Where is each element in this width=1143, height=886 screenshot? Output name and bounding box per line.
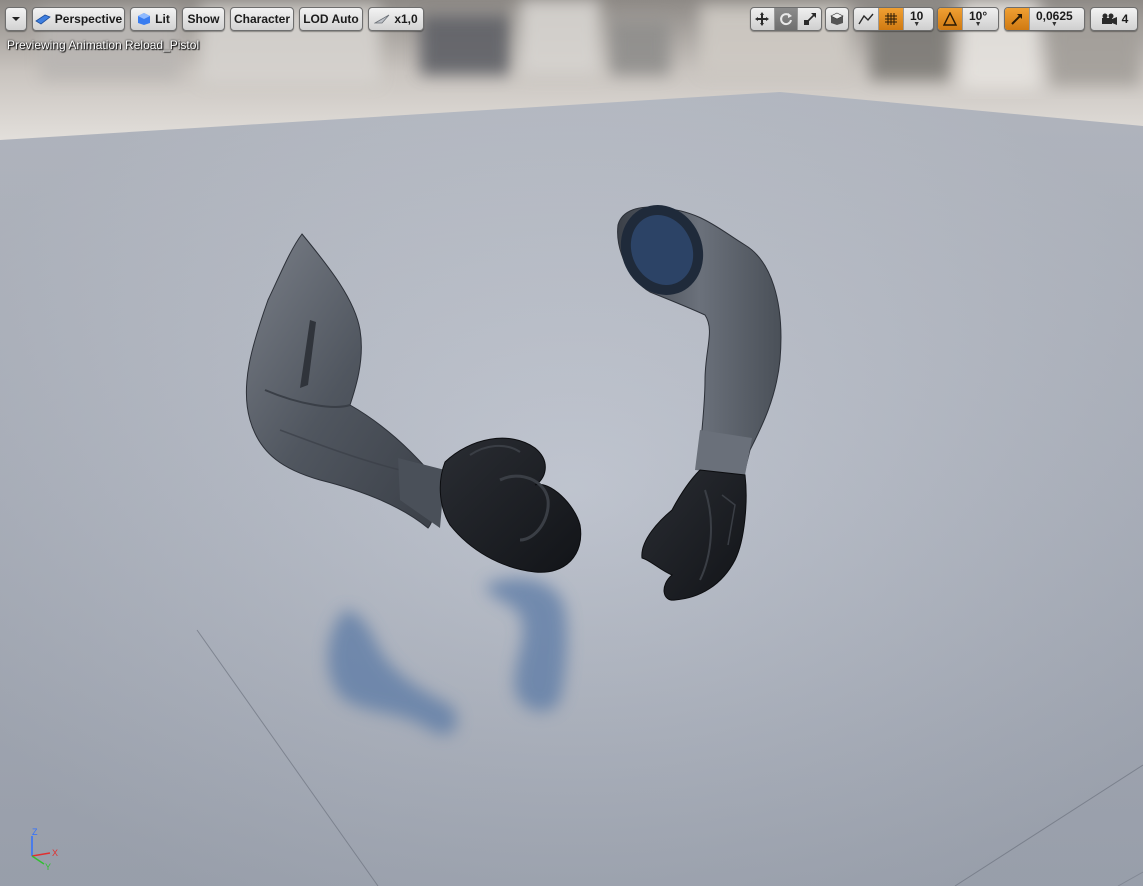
rotation-snap-toggle[interactable] [938,8,963,30]
surface-snap-icon [858,13,874,25]
grid-snap-toggle[interactable] [879,8,904,30]
lit-view-mode-button[interactable]: Lit [130,7,177,31]
lod-label: LOD Auto [303,12,359,26]
viewport-options-button[interactable] [5,7,27,31]
rotate-icon [780,13,792,26]
coordinate-system-button[interactable] [825,7,849,31]
speed-icon [374,14,390,24]
character-label: Character [233,12,291,26]
perspective-label: Perspective [54,12,123,26]
rotation-snap-value: 10° [969,8,988,23]
lit-label: Lit [155,12,170,26]
angle-icon [943,12,957,26]
scale-snap-group: 0,0625 ▼ [1004,7,1085,31]
playback-speed-button[interactable]: x1,0 [368,7,424,31]
translate-tool-button[interactable] [751,8,775,30]
speed-label: x1,0 [394,12,418,26]
move-arrows-icon [755,12,770,26]
grid-icon [885,13,897,25]
lod-button[interactable]: LOD Auto [299,7,363,31]
rotate-tool-button[interactable] [774,8,799,30]
preview-animation-label: Previewing Animation Reload_Pistol [7,38,200,52]
chevron-down-icon: ▼ [1050,20,1058,28]
transform-tools-group [750,7,822,31]
axis-y-label: Y [45,862,51,871]
lit-cube-icon [138,13,151,25]
axis-x-label: X [52,848,58,858]
chevron-down-icon [12,17,20,21]
axis-gizmo: Z X Y [31,827,58,871]
show-label: Show [187,12,220,26]
scale-snap-toggle[interactable] [1005,8,1030,30]
scale-tool-button[interactable] [798,8,821,30]
scale-snap-value: 0,0625 [1036,8,1073,23]
surface-snap-button[interactable] [854,8,879,30]
rotation-snap-group: 10° ▼ [937,7,999,31]
camera-speed-button[interactable]: 4 [1090,7,1138,31]
show-button[interactable]: Show [182,7,225,31]
viewport-scene [0,0,1143,886]
grid-snap-dropdown[interactable]: 10 ▼ [904,8,929,30]
axis-z-label: Z [32,827,38,837]
scale-snap-dropdown[interactable]: 0,0625 ▼ [1030,8,1079,30]
animation-preview-viewport[interactable]: Perspective Lit Show Character LOD Auto … [0,0,1143,886]
grid-snap-value: 10 [910,8,924,23]
character-button[interactable]: Character [230,7,294,31]
perspective-button[interactable]: Perspective [32,7,125,31]
rotation-snap-dropdown[interactable]: 10° ▼ [963,8,993,30]
scale-icon [803,13,816,25]
chevron-down-icon: ▼ [974,20,982,28]
scale-arrow-icon [1011,14,1022,25]
cube-icon [830,12,844,25]
perspective-camera-icon [35,14,51,25]
camera-icon [1101,13,1117,25]
camera-speed-value: 4 [1121,12,1129,26]
grid-snap-group: 10 ▼ [853,7,934,31]
chevron-down-icon: ▼ [913,20,921,28]
